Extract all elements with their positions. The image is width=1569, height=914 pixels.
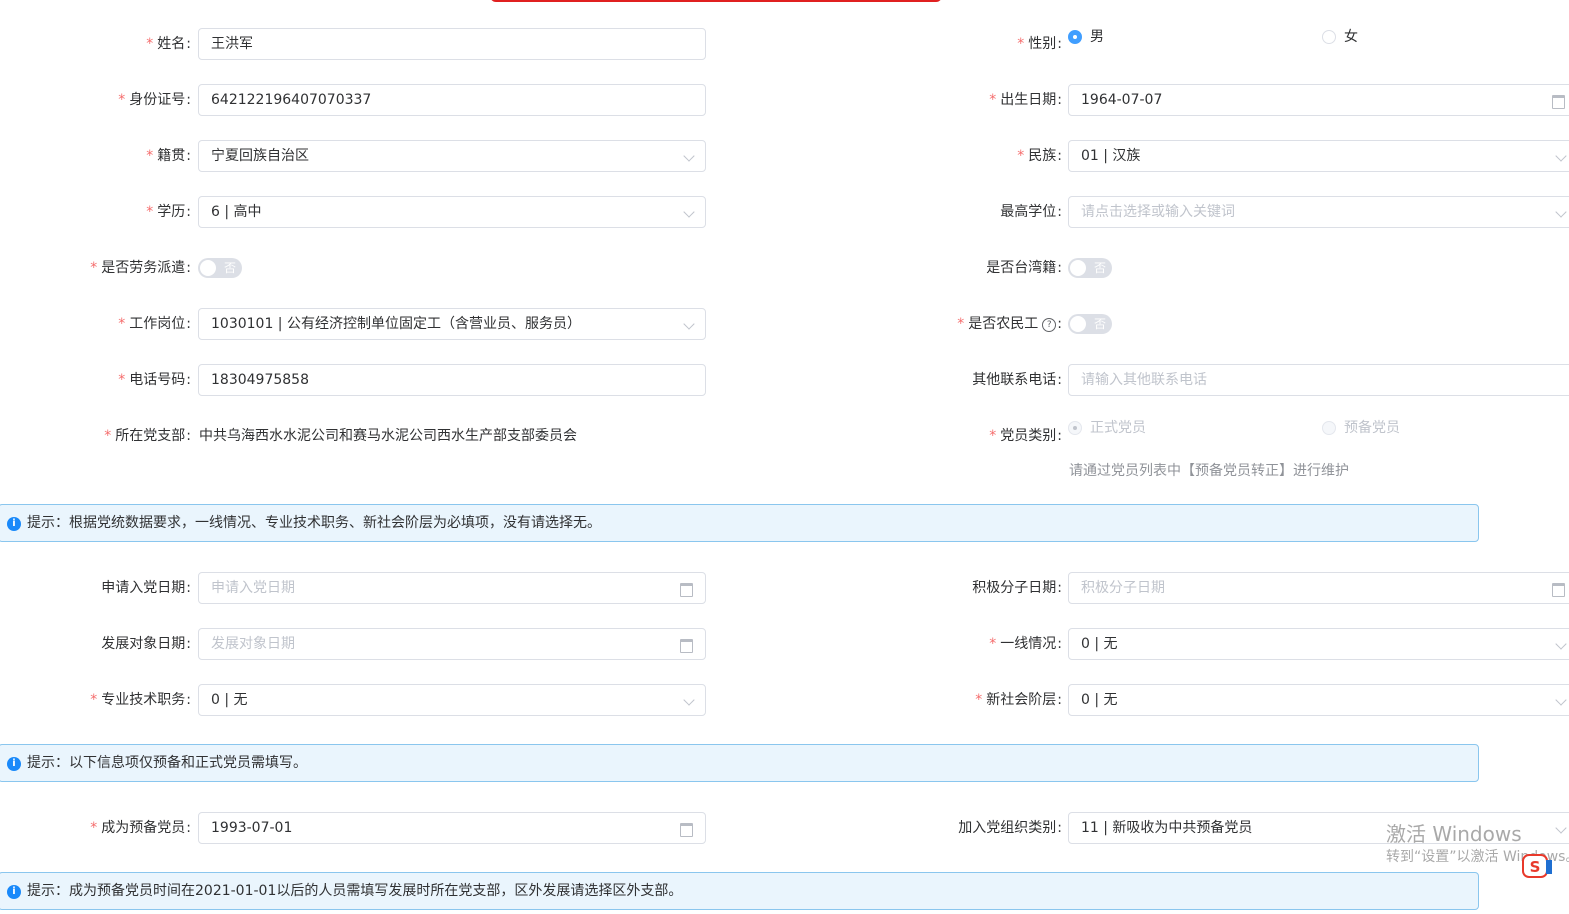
chevron-down-icon <box>1555 694 1567 706</box>
party-branch-label: * 所在党支部: <box>104 428 191 444</box>
join-org-type-label: 加入党组织类别: <box>958 820 1062 836</box>
alert-member-only: i 提示：以下信息项仅预备和正式党员需填写。 <box>0 744 1479 782</box>
chevron-down-icon <box>683 150 695 162</box>
radio-circle <box>1322 421 1336 435</box>
calendar-icon <box>1552 583 1565 597</box>
birth-date-label: * 出生日期: <box>989 92 1062 108</box>
migrant-worker-switch[interactable]: 否 <box>1068 314 1112 334</box>
alert-required-fields: i 提示：根据党统数据要求，一线情况、专业技术职务、新社会阶层为必填项，没有请选… <box>0 504 1479 542</box>
chevron-down-icon <box>1555 822 1567 834</box>
radio-circle <box>1068 421 1082 435</box>
apply-date-picker[interactable]: 申请入党日期 <box>198 572 706 604</box>
frontline-label: * 一线情况: <box>989 636 1062 652</box>
id-number-label: * 身份证号: <box>118 92 191 108</box>
alert-message: 提示：根据党统数据要求，一线情况、专业技术职务、新社会阶层为必填项，没有请选择无… <box>27 515 601 531</box>
professional-title-select[interactable]: 0 | 无 <box>198 684 706 716</box>
calendar-icon <box>680 823 693 837</box>
svg-text:S: S <box>1530 858 1541 876</box>
gender-label: * 性别: <box>1017 36 1062 52</box>
new-social-class-select[interactable]: 0 | 无 <box>1068 684 1569 716</box>
gender-radio-male[interactable]: 男 <box>1068 27 1104 47</box>
labor-dispatch-switch[interactable]: 否 <box>198 258 242 278</box>
other-phone-input[interactable]: 请输入其他联系电话 <box>1068 364 1569 396</box>
name-input[interactable]: 王洪军 <box>198 28 706 60</box>
phone-input[interactable]: 18304975858 <box>198 364 706 396</box>
taiwan-origin-label: 是否台湾籍: <box>986 260 1062 276</box>
radio-circle <box>1322 30 1336 44</box>
switch-knob <box>200 260 216 276</box>
chevron-down-icon <box>683 318 695 330</box>
ethnicity-label: * 民族: <box>1017 148 1062 164</box>
professional-title-label: * 专业技术职务: <box>90 692 191 708</box>
party-branch-value: 中共乌海西水水泥公司和赛马水泥公司西水生产部支部委员会 <box>199 428 577 444</box>
chevron-down-icon <box>1555 638 1567 650</box>
name-label: * 姓名: <box>146 36 191 52</box>
development-date-label: 发展对象日期: <box>101 636 191 652</box>
calendar-icon <box>680 583 693 597</box>
new-social-class-label: * 新社会阶层: <box>975 692 1062 708</box>
gender-radio-female[interactable]: 女 <box>1322 27 1358 47</box>
info-icon: i <box>7 885 21 899</box>
question-circle-icon[interactable]: ? <box>1042 318 1057 332</box>
education-select[interactable]: 6 | 高中 <box>198 196 706 228</box>
job-position-select[interactable]: 1030101 | 公有经济控制单位固定工（含营业员、服务员） <box>198 308 706 340</box>
switch-knob <box>1070 316 1086 332</box>
migrant-worker-label: * 是否农民工?: <box>957 316 1062 332</box>
native-place-label: * 籍贯: <box>146 148 191 164</box>
education-label: * 学历: <box>146 204 191 220</box>
probationary-date-label: * 成为预备党员: <box>90 820 191 836</box>
probationary-date-picker[interactable]: 1993-07-01 <box>198 812 706 844</box>
labor-dispatch-label: * 是否劳务派遣: <box>90 260 191 276</box>
highest-degree-select[interactable]: 请点击选择或输入关键词 <box>1068 196 1569 228</box>
calendar-icon <box>680 639 693 653</box>
alert-probationary-branch: i 提示：成为预备党员时间在2021-01-01以后的人员需填写发展时所在党支部… <box>0 872 1479 910</box>
windows-activation-watermark-title: 激活 Windows <box>1386 822 1522 846</box>
chevron-down-icon <box>1555 150 1567 162</box>
alert-message: 提示：以下信息项仅预备和正式党员需填写。 <box>27 755 307 771</box>
taiwan-origin-switch[interactable]: 否 <box>1068 258 1112 278</box>
frontline-select[interactable]: 0 | 无 <box>1068 628 1569 660</box>
id-number-input[interactable]: 642122196407070337 <box>198 84 706 116</box>
development-date-picker[interactable]: 发展对象日期 <box>198 628 706 660</box>
chevron-down-icon <box>683 206 695 218</box>
highest-degree-label: 最高学位: <box>1000 204 1062 220</box>
alert-message: 提示：成为预备党员时间在2021-01-01以后的人员需填写发展时所在党支部，区… <box>27 883 683 899</box>
activist-date-picker[interactable]: 积极分子日期 <box>1068 572 1569 604</box>
chevron-down-icon <box>1555 206 1567 218</box>
other-phone-label: 其他联系电话: <box>972 372 1062 388</box>
ethnicity-select[interactable]: 01 | 汉族 <box>1068 140 1569 172</box>
ime-icon[interactable]: S <box>1522 852 1552 880</box>
birth-date-picker[interactable]: 1964-07-07 <box>1068 84 1569 116</box>
info-icon: i <box>7 517 21 531</box>
info-icon: i <box>7 757 21 771</box>
member-type-note: 请通过党员列表中【预备党员转正】进行维护 <box>1069 463 1349 479</box>
native-place-select[interactable]: 宁夏回族自治区 <box>198 140 706 172</box>
member-type-radio-probationary[interactable]: 预备党员 <box>1322 418 1400 438</box>
switch-knob <box>1070 260 1086 276</box>
activist-date-label: 积极分子日期: <box>972 580 1062 596</box>
top-accent-bar <box>490 0 942 2</box>
phone-label: * 电话号码: <box>118 372 191 388</box>
member-type-radio-full[interactable]: 正式党员 <box>1068 418 1146 438</box>
member-type-label: * 党员类别: <box>989 428 1062 444</box>
apply-date-label: 申请入党日期: <box>101 580 191 596</box>
calendar-icon <box>1552 95 1565 109</box>
radio-circle <box>1068 30 1082 44</box>
chevron-down-icon <box>683 694 695 706</box>
job-position-label: * 工作岗位: <box>118 316 191 332</box>
